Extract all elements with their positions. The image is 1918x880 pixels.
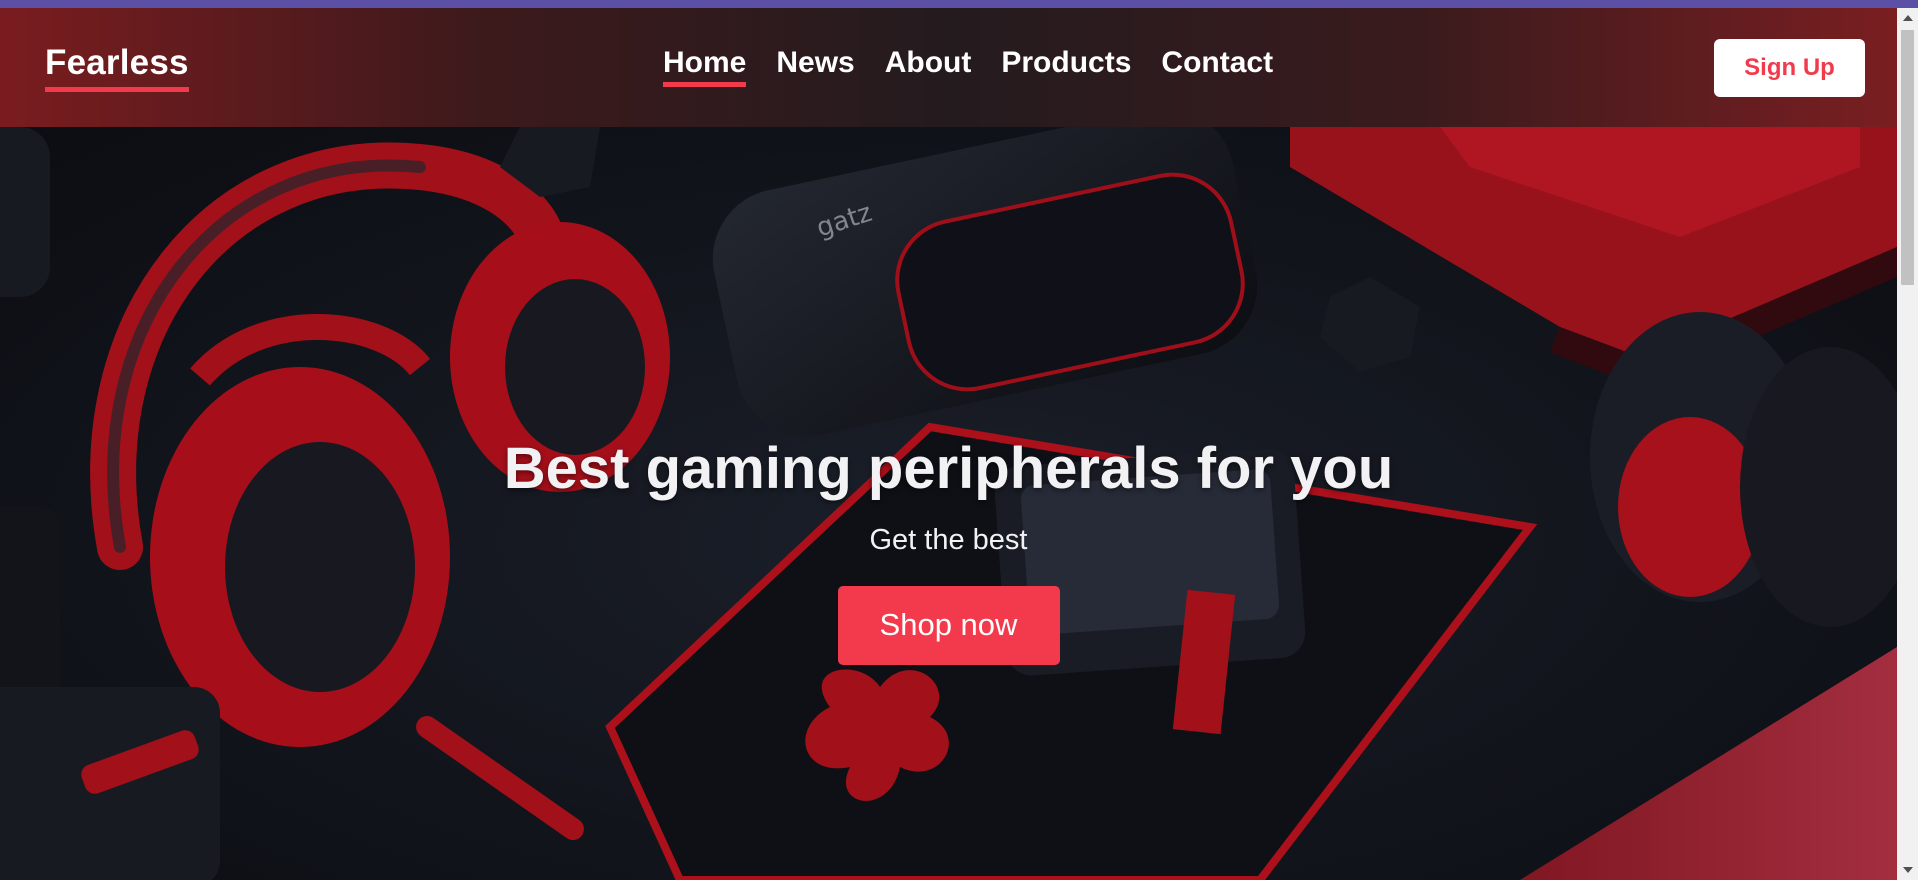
chevron-down-icon[interactable] <box>1897 860 1918 880</box>
vertical-scrollbar[interactable] <box>1897 8 1918 880</box>
hero-title: Best gaming peripherals for you <box>503 436 1394 501</box>
main-nav: Home News About Products Contact <box>663 46 1273 87</box>
nav-item-news[interactable]: News <box>776 46 854 87</box>
scrollbar-thumb[interactable] <box>1901 30 1914 285</box>
navbar: Fearless Home News About Products Contac… <box>0 8 1897 127</box>
hero-content: Best gaming peripherals for you Get the … <box>0 437 1897 665</box>
chevron-up-icon[interactable] <box>1897 8 1918 28</box>
browser-top-strip <box>0 0 1918 8</box>
nav-item-contact[interactable]: Contact <box>1161 46 1273 87</box>
shop-now-button[interactable]: Shop now <box>837 585 1060 665</box>
nav-item-about[interactable]: About <box>885 46 972 87</box>
brand-logo[interactable]: Fearless <box>45 43 189 92</box>
nav-item-products[interactable]: Products <box>1001 46 1131 87</box>
nav-item-home[interactable]: Home <box>663 46 747 87</box>
hero-subtitle: Get the best <box>869 523 1028 556</box>
hero-section: gatz Best gaming peripherals for you Get… <box>0 127 1897 880</box>
sign-up-button[interactable]: Sign Up <box>1714 39 1865 97</box>
page-viewport: Fearless Home News About Products Contac… <box>0 0 1897 880</box>
